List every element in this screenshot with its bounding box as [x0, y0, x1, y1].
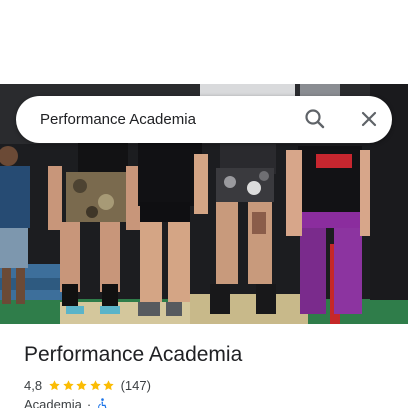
- rating-row[interactable]: 4,8 (147): [24, 376, 151, 394]
- category-row: Academia ·: [24, 397, 108, 408]
- map-place-screen: Performance Academia 4,8 (147) Academia …: [0, 0, 408, 408]
- separator: ·: [86, 397, 92, 408]
- star-icon: [62, 379, 74, 390]
- star-icon: [49, 379, 60, 390]
- star-icon: [89, 379, 101, 390]
- star-icon: [76, 379, 87, 390]
- rating-value: 4,8: [24, 377, 43, 393]
- close-icon[interactable]: [354, 104, 384, 134]
- review-count[interactable]: (147): [121, 378, 151, 393]
- place-info-panel: Performance Academia 4,8 (147) Academia …: [0, 324, 408, 408]
- place-title: Performance Academia: [24, 343, 243, 366]
- wheelchair-icon: [98, 397, 107, 408]
- search-input[interactable]: [40, 96, 300, 143]
- search-icon[interactable]: [300, 104, 330, 134]
- search-bar[interactable]: [16, 96, 392, 143]
- star-rating: [48, 379, 116, 392]
- top-blank-area: [0, 0, 408, 84]
- star-icon: [103, 379, 114, 390]
- place-category: Academia: [24, 397, 82, 408]
